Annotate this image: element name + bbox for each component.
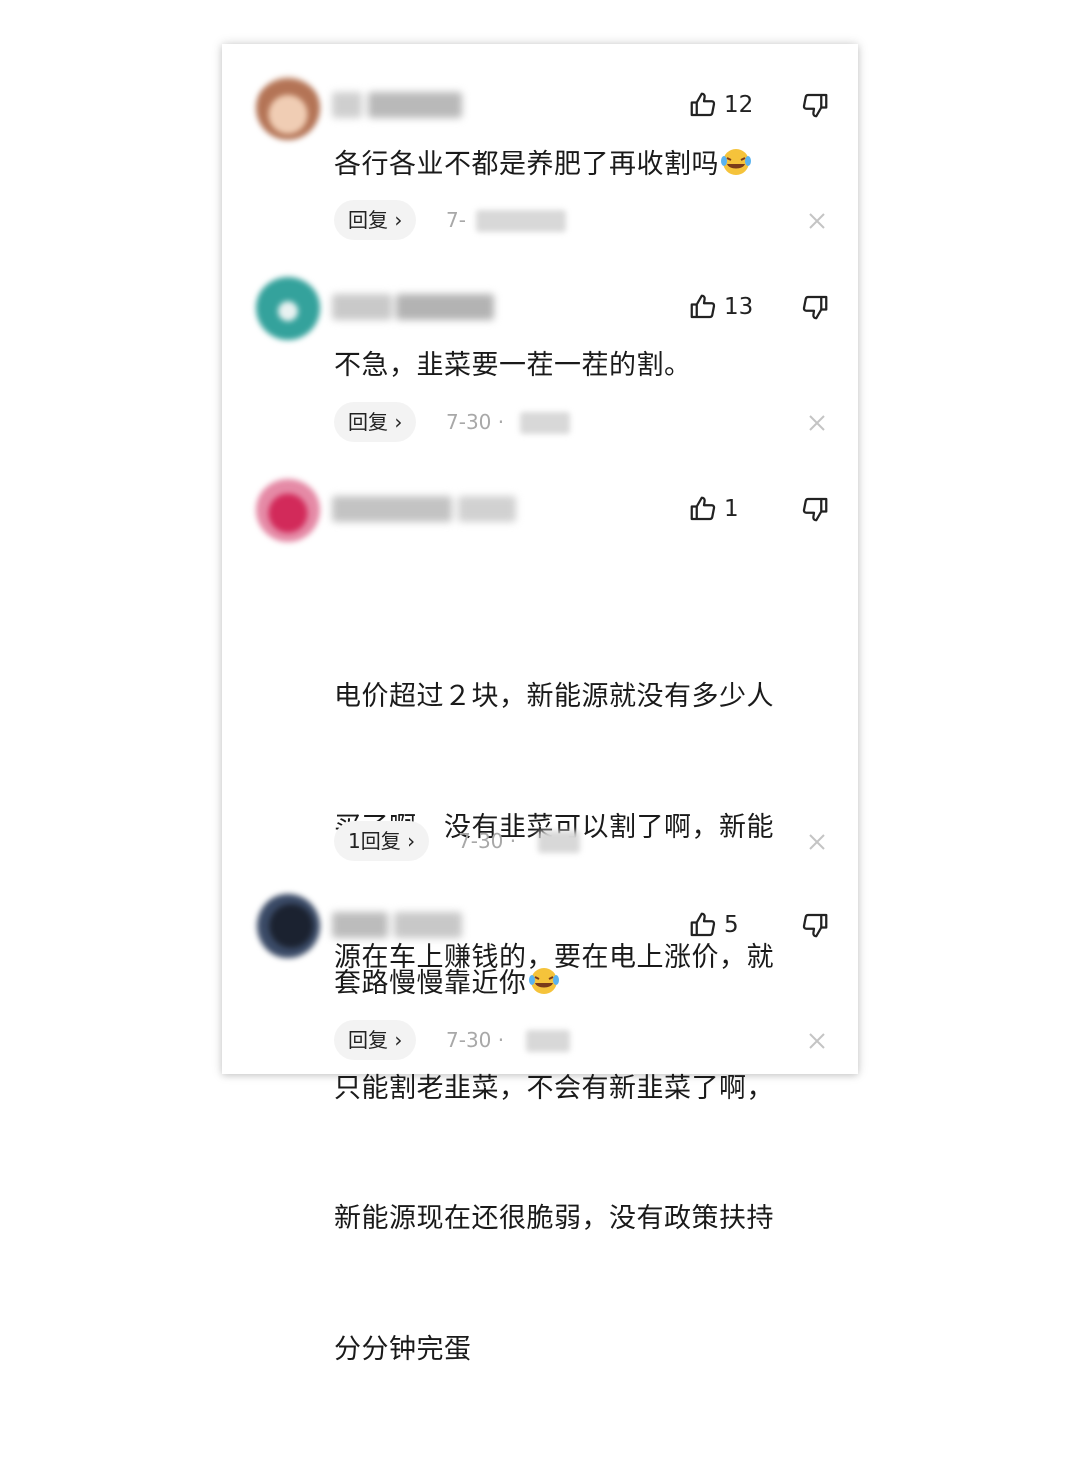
avatar[interactable]: [256, 76, 320, 140]
username[interactable]: [332, 294, 494, 320]
like-count: 12: [724, 92, 754, 118]
username[interactable]: [332, 496, 516, 522]
comment-date: 7-30 ·: [458, 829, 517, 853]
chevron-right-icon: ›: [394, 208, 403, 232]
username[interactable]: [332, 92, 462, 118]
close-icon[interactable]: [806, 412, 828, 434]
comment-text-line: 电价超过２块，新能源就没有多少人: [334, 681, 774, 712]
like-count: 5: [724, 912, 739, 938]
comment-text: 套路慢慢靠近你: [334, 962, 824, 1006]
thumbs-down-icon[interactable]: [800, 494, 830, 524]
like-count: 1: [724, 496, 739, 522]
thumbs-up-icon: [690, 912, 716, 937]
redacted-location: [476, 210, 566, 232]
thumbs-up-icon: [690, 92, 716, 117]
comment-date: 7-30 ·: [446, 1028, 505, 1052]
comment-date: 7-30 ·: [446, 410, 505, 434]
reply-button[interactable]: 回复 ›: [334, 1020, 417, 1060]
redacted-location: [538, 831, 580, 853]
like-button[interactable]: 1: [688, 494, 739, 524]
avatar[interactable]: [256, 894, 320, 958]
laugh-cry-emoji: [719, 147, 753, 177]
close-icon[interactable]: [806, 210, 828, 232]
comment-text: 电价超过２块，新能源就没有多少人 买了啊，没有韭菜可以割了啊，新能 源在车上赚钱…: [334, 588, 834, 1458]
redacted-location: [526, 1030, 570, 1052]
like-button[interactable]: 13: [688, 292, 753, 322]
redacted-location: [520, 412, 570, 434]
reply-button[interactable]: 回复 ›: [334, 200, 417, 240]
close-icon[interactable]: [806, 831, 828, 853]
thumbs-down-icon[interactable]: [800, 90, 830, 120]
thumbs-up-icon: [690, 294, 716, 319]
chevron-right-icon: ›: [394, 410, 403, 434]
avatar[interactable]: [256, 478, 320, 542]
close-icon[interactable]: [806, 1030, 828, 1052]
like-button[interactable]: 12: [688, 90, 753, 120]
like-count: 13: [724, 294, 754, 320]
chevron-right-icon: ›: [407, 829, 416, 853]
like-button[interactable]: 5: [688, 910, 739, 940]
username[interactable]: [332, 912, 462, 938]
thumbs-up-icon: [690, 496, 716, 521]
reply-button[interactable]: 1回复 ›: [334, 821, 430, 861]
comment-text-line: 分分钟完蛋: [334, 1333, 472, 1365]
comment-text: 各行各业不都是养肥了再收割吗: [334, 143, 824, 187]
laugh-cry-emoji: [527, 966, 561, 996]
reply-button[interactable]: 回复 ›: [334, 402, 417, 442]
comment-text-line: 新能源现在还很脆弱，没有政策扶持: [334, 1203, 774, 1234]
comment-text-line: 只能割老韭菜，不会有新韭菜了啊，: [334, 1072, 774, 1104]
comment-date: 7-: [446, 208, 466, 232]
avatar[interactable]: [256, 276, 320, 340]
thumbs-down-icon[interactable]: [800, 292, 830, 322]
comment-text: 不急，韭菜要一茬一茬的割。: [334, 350, 692, 381]
thumbs-down-icon[interactable]: [800, 910, 830, 940]
chevron-right-icon: ›: [394, 1028, 403, 1052]
comment-list: 12 各行各业不都是养肥了再收割吗 回复 › 7- 13 不急，韭菜要一茬一茬的…: [222, 44, 858, 1365]
